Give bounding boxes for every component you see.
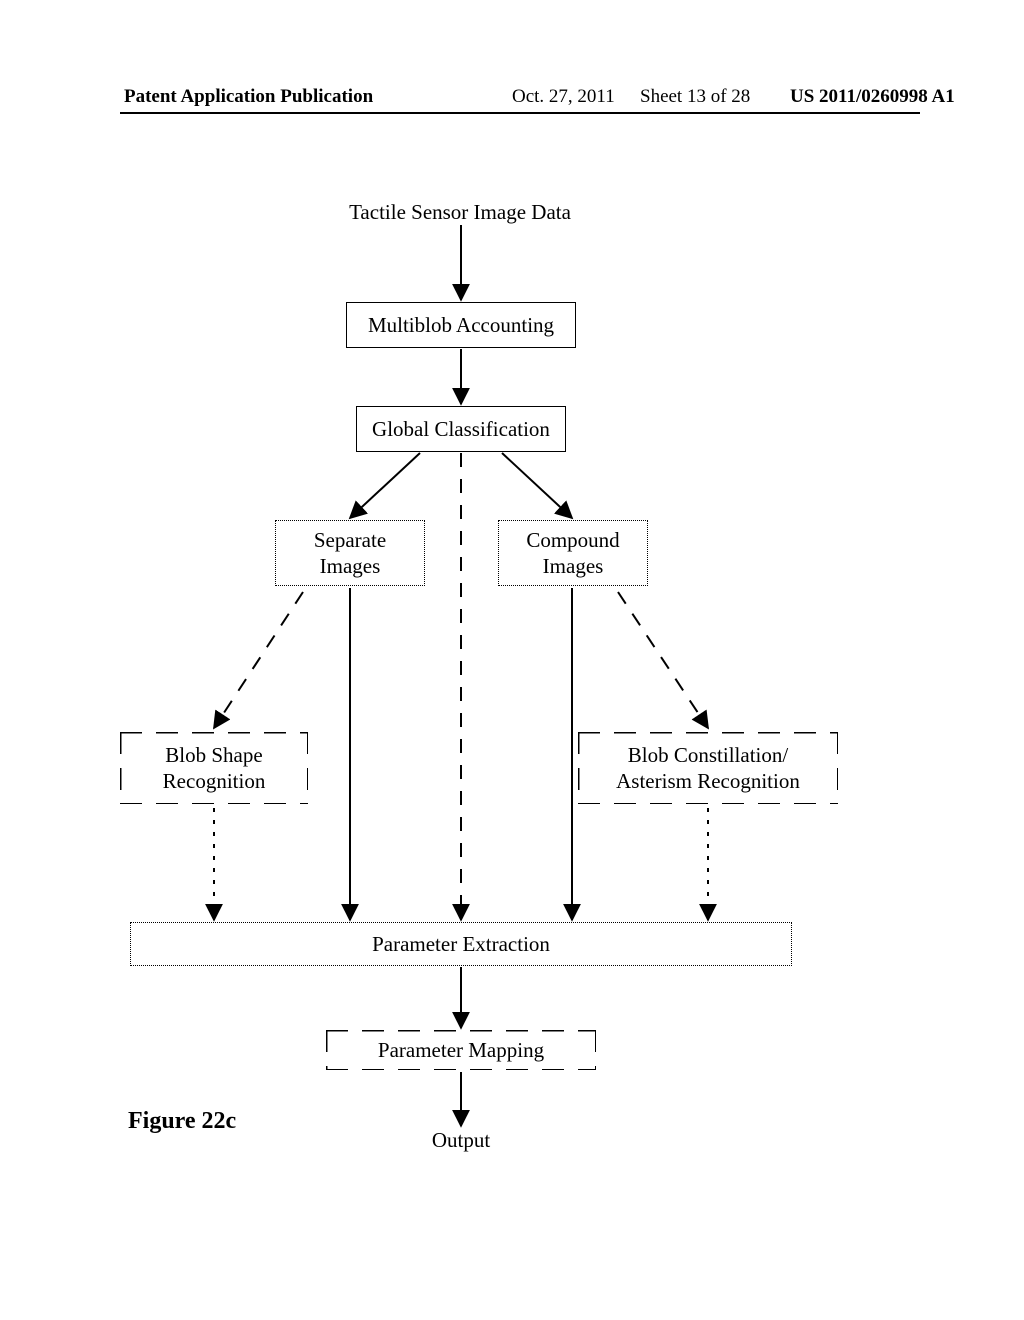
blob-shape-recognition-text: Blob Shape Recognition (163, 742, 266, 795)
blob-constillation-text: Blob Constillation/ Asterism Recognition (616, 742, 800, 795)
parameter-extraction-text: Parameter Extraction (372, 931, 550, 957)
input-label: Tactile Sensor Image Data (340, 200, 580, 225)
separate-images-text: Separate Images (314, 527, 386, 580)
global-classification-text: Global Classification (372, 416, 550, 442)
parameter-mapping-text: Parameter Mapping (378, 1037, 544, 1063)
header-publication-type: Patent Application Publication (124, 86, 373, 108)
header-sheet: Sheet 13 of 28 (640, 86, 750, 108)
separate-images-box: Separate Images (275, 520, 425, 586)
header-pubno: US 2011/0260998 A1 (790, 86, 955, 108)
multiblob-accounting-text: Multiblob Accounting (368, 312, 554, 338)
figure-label: Figure 22c (128, 1108, 236, 1135)
blob-shape-recognition-box: Blob Shape Recognition (120, 732, 308, 804)
parameter-mapping-box: Parameter Mapping (326, 1030, 596, 1070)
header-date: Oct. 27, 2011 (512, 86, 615, 108)
blob-constillation-box: Blob Constillation/ Asterism Recognition (578, 732, 838, 804)
multiblob-accounting-box: Multiblob Accounting (346, 302, 576, 348)
global-classification-box: Global Classification (356, 406, 566, 452)
output-label: Output (418, 1128, 504, 1153)
compound-images-text: Compound Images (526, 527, 619, 580)
compound-images-box: Compound Images (498, 520, 648, 586)
parameter-extraction-box: Parameter Extraction (130, 922, 792, 966)
header-rule (120, 112, 920, 114)
